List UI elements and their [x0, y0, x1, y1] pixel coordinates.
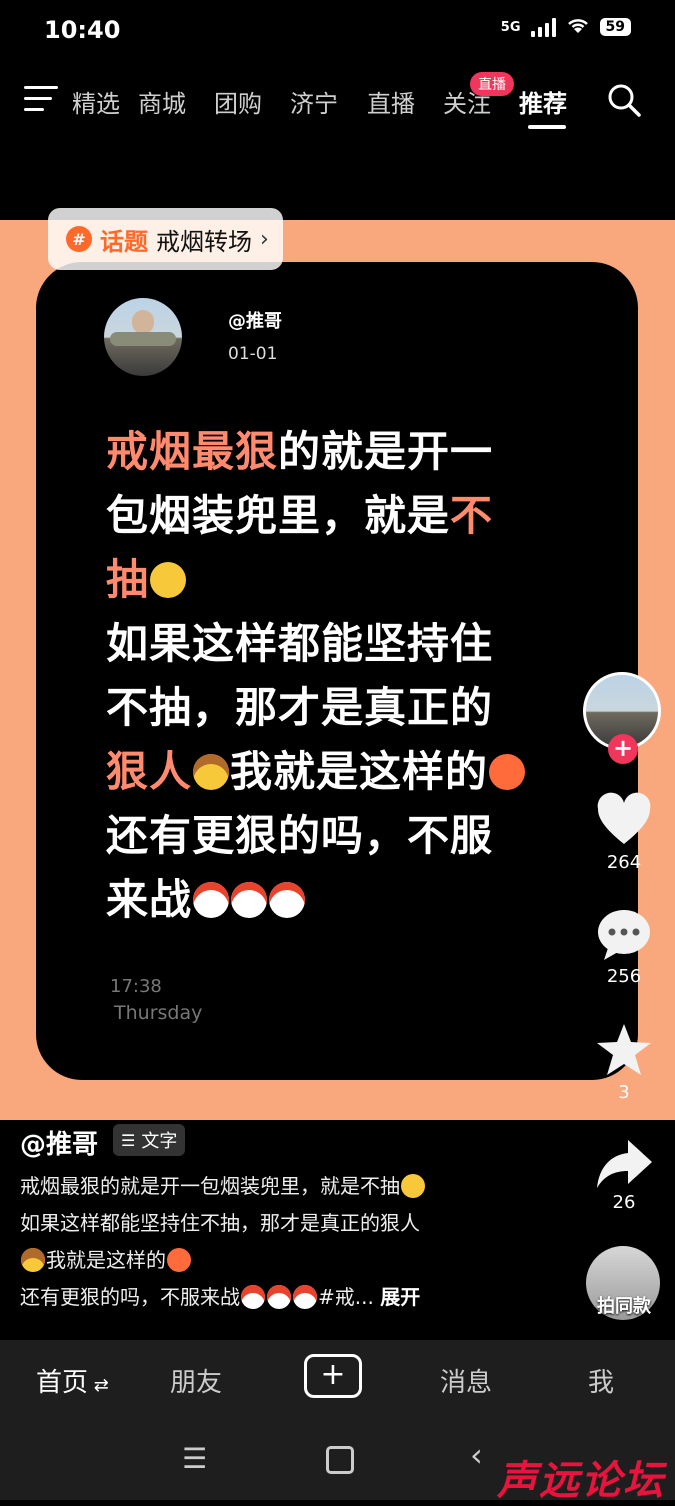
swap-icon: ⇄	[88, 1375, 109, 1396]
system-icons: 5G 59	[501, 16, 631, 38]
tab-live[interactable]: 直播	[367, 84, 415, 119]
card-avatar	[104, 298, 182, 376]
clown-emoji-icon	[267, 1284, 291, 1309]
top-nav: 精选 商城 团购 济宁 直播 关注 推荐 直播	[0, 70, 675, 130]
desc-line: 戒烟最狠的就是开一包烟装兜里，就是不抽	[20, 1174, 400, 1198]
clown-emoji-icon	[241, 1284, 265, 1309]
back-icon[interactable]: ‹	[470, 1436, 483, 1474]
hot-face-emoji-icon	[167, 1247, 191, 1272]
text-highlight: 狠人	[106, 747, 193, 796]
author-name[interactable]: @推哥	[20, 1124, 98, 1161]
text-highlight: 戒烟最狠	[106, 427, 279, 476]
topic-name: 戒烟转场	[156, 227, 252, 256]
expand-link[interactable]: 展开	[380, 1285, 420, 1309]
text-chip-label: 文字	[141, 1131, 178, 1152]
status-bar: 10:40 5G 59	[0, 0, 675, 60]
comment-count: 256	[606, 966, 642, 987]
clown-emoji-icon	[293, 1284, 317, 1309]
text-segment: 的就是开一	[278, 427, 494, 476]
desc-line: 还有更狠的吗，不服来战	[20, 1285, 240, 1309]
same-style-label[interactable]: 拍同款	[586, 1292, 662, 1318]
clown-emoji-icon	[269, 881, 306, 918]
network-label: 5G	[500, 19, 521, 35]
home-square-icon[interactable]	[326, 1446, 354, 1474]
battery-icon: 59	[599, 18, 631, 36]
clown-emoji-icon	[193, 881, 230, 918]
nav-friends[interactable]: 朋友	[170, 1362, 222, 1399]
tab-mall[interactable]: 商城	[138, 84, 186, 119]
desc-hashtag[interactable]: #戒...	[318, 1285, 374, 1309]
text-highlight: 不	[450, 491, 494, 540]
tab-recommended[interactable]: 推荐	[519, 84, 567, 119]
text-type-chip[interactable]: ☰ 文字	[113, 1124, 186, 1156]
like-count: 264	[606, 852, 642, 873]
card-handle: @推哥	[228, 311, 282, 332]
cowboy-emoji-icon	[21, 1247, 45, 1272]
follow-plus-icon[interactable]: +	[608, 734, 638, 764]
nav-home-label: 首页	[36, 1368, 89, 1398]
share-icon[interactable]	[594, 1136, 654, 1192]
zipper-mouth-emoji-icon	[150, 561, 187, 598]
card-clock: 17:38	[110, 976, 162, 997]
text-segment: 包烟装兜里，就是	[106, 491, 451, 540]
nav-me[interactable]: 我	[588, 1362, 614, 1399]
text-line: 还有更狠的吗，不服	[106, 811, 494, 860]
heart-icon[interactable]	[594, 792, 654, 848]
text-highlight: 抽	[106, 555, 150, 604]
list-icon: ☰	[121, 1130, 136, 1150]
clown-emoji-icon	[231, 881, 268, 918]
live-badge: 直播	[470, 72, 514, 96]
tab-featured[interactable]: 精选	[72, 84, 120, 119]
hashtag-icon: #	[66, 226, 92, 252]
recents-icon[interactable]: ☰	[182, 1442, 207, 1475]
create-plus-button[interactable]: +	[304, 1354, 362, 1398]
text-line: 如果这样都能坚持住	[106, 619, 494, 668]
card-day: Thursday	[114, 1002, 203, 1024]
active-tab-indicator	[528, 125, 566, 129]
bottom-nav: 首页 ⇄ 朋友 + 消息 我	[0, 1340, 675, 1420]
nav-messages[interactable]: 消息	[440, 1362, 492, 1399]
cowboy-emoji-icon	[193, 753, 230, 790]
hot-face-emoji-icon	[489, 753, 526, 790]
tab-local[interactable]: 济宁	[290, 84, 338, 119]
text-line: 不抽，那才是真正的	[106, 683, 494, 732]
topic-label: 话题	[100, 227, 148, 256]
wifi-icon	[566, 16, 590, 38]
status-time: 10:40	[44, 16, 121, 44]
topic-chip[interactable]: # 话题 戒烟转场 ›	[48, 208, 283, 270]
favorite-count: 3	[618, 1082, 630, 1103]
star-icon[interactable]	[594, 1022, 654, 1078]
chevron-right-icon: ›	[260, 226, 269, 252]
card-text: 戒烟最狠的就是开一 包烟装兜里，就是不 抽 如果这样都能坚持住 不抽，那才是真正…	[106, 420, 556, 932]
nav-home[interactable]: 首页 ⇄	[36, 1362, 109, 1399]
zipper-mouth-emoji-icon	[401, 1173, 425, 1198]
menu-icon[interactable]	[24, 86, 58, 112]
card-date: 01-01	[228, 344, 278, 364]
tab-group-buy[interactable]: 团购	[214, 84, 262, 119]
post-description: 戒烟最狠的就是开一包烟装兜里，就是不抽 如果这样都能坚持住不抽，那才是真正的狠人…	[20, 1168, 580, 1316]
share-count: 26	[612, 1192, 636, 1213]
desc-line: 如果这样都能坚持住不抽，那才是真正的狠人	[20, 1211, 420, 1235]
text-segment: 来战	[106, 875, 193, 924]
comment-icon[interactable]	[594, 906, 654, 962]
watermark-logo: 声远论坛	[497, 1458, 665, 1504]
desc-line: 我就是这样的	[46, 1248, 166, 1272]
signal-icon	[530, 17, 556, 37]
search-icon[interactable]	[606, 82, 642, 118]
text-segment: 我就是这样的	[230, 747, 489, 796]
